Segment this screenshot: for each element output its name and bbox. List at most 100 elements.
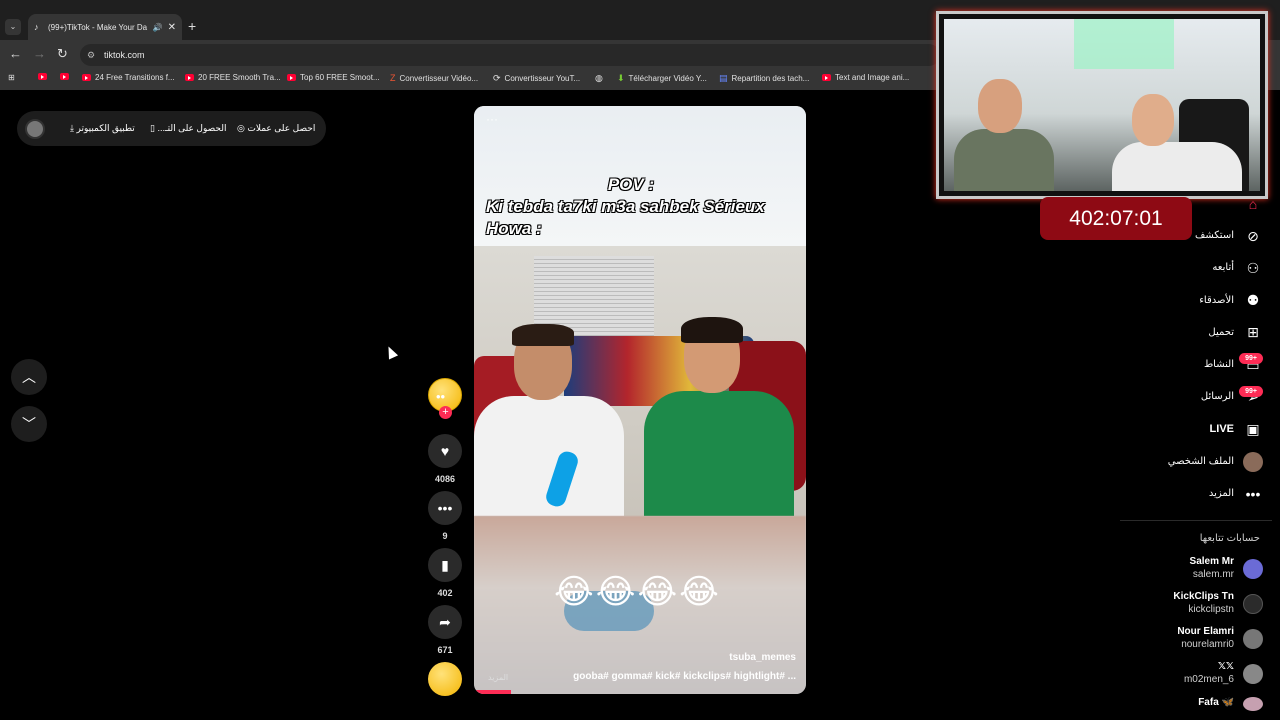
bookmark-item[interactable]: Text and Image ani... [822, 73, 909, 82]
nav-following[interactable]: أتابعه [1212, 262, 1234, 273]
bookmark-item[interactable]: ⬇ Télécharger Vidéo Y... [617, 73, 707, 84]
get-coins-button[interactable]: احصل على عملات ◎ [237, 123, 315, 134]
video-hashtags[interactable]: gooba# gomma# kick# kickclips# hightligh… [573, 671, 796, 682]
coin-icon: ◎ [237, 123, 245, 133]
address-bar[interactable]: ⚙ tiktok.com [80, 44, 940, 66]
z-icon: Z [390, 73, 396, 83]
tiktok-icon: ♪ [34, 22, 39, 32]
account-handle[interactable]: kickclipstn [1188, 604, 1234, 615]
avatar[interactable] [1243, 629, 1263, 649]
account-handle[interactable]: salem.mr [1193, 569, 1234, 580]
reload-icon[interactable]: ↻ [57, 46, 68, 62]
bookmark-item[interactable]: ▤ Repartition des tach... [719, 73, 809, 84]
mouse-cursor [383, 344, 399, 360]
account-name[interactable]: Salem Mr [1190, 556, 1234, 567]
avatar[interactable] [25, 119, 45, 139]
green-light [1074, 19, 1174, 69]
nav-explore[interactable]: استكشف [1195, 230, 1234, 241]
like-button[interactable]: ♥ [428, 434, 462, 468]
avatar[interactable] [1243, 559, 1263, 579]
youtube-icon [287, 74, 296, 81]
friends-icon[interactable]: ⚉ [1243, 290, 1263, 310]
nav-friends[interactable]: الأصدقاء [1199, 295, 1234, 306]
get-app-label: الحصول على التـ... [157, 123, 227, 133]
smiley-icon: •• [436, 389, 446, 404]
like-count: 4086 [434, 474, 456, 484]
nav-messages[interactable]: الرسائل [1201, 391, 1234, 402]
browser-tab[interactable]: ♪ (99+)TikTok - Make Your Da 🔊 ✕ [28, 14, 182, 40]
person-body [644, 391, 794, 516]
account-name[interactable]: KickClips Tn [1173, 591, 1234, 602]
account-handle[interactable]: nourelamri0 [1181, 639, 1234, 650]
video-progress-bar[interactable] [474, 690, 511, 694]
nav-live[interactable]: LIVE [1210, 423, 1234, 435]
upload-icon[interactable]: ⊞ [1243, 322, 1263, 342]
more-dots-icon[interactable]: ••• [1243, 484, 1263, 504]
home-icon[interactable]: ⌂ [1243, 194, 1263, 214]
tab-title: (99+)TikTok - Make Your Da [48, 22, 148, 32]
speaker-icon[interactable]: 🔊 [153, 23, 163, 32]
bookmark-label: Top 60 FREE Smoot... [300, 73, 380, 82]
bookmark-item[interactable]: 20 FREE Smooth Tra... [185, 73, 281, 82]
bookmark-item[interactable]: 24 Free Transitions f... [82, 73, 175, 82]
avatar[interactable] [1243, 664, 1263, 684]
account-name[interactable]: 𝕏𝕏 [1218, 661, 1234, 672]
youtube-icon [82, 74, 91, 81]
share-button[interactable]: ➦ [428, 605, 462, 639]
music-disc[interactable] [428, 662, 462, 696]
divider [1120, 520, 1272, 521]
bookmark-item[interactable] [38, 73, 51, 80]
bookmark-icon: ▮ [441, 556, 449, 573]
nav-activity[interactable]: النشاط [1204, 359, 1234, 370]
streamer-body [954, 129, 1054, 191]
url-text: tiktok.com [104, 50, 145, 60]
compass-icon[interactable]: ⊘ [1243, 226, 1263, 246]
apps-icon[interactable]: ⊞ [8, 73, 15, 82]
bookmark-item[interactable]: ⟳ Convertisseur YouT... [493, 73, 580, 84]
caption-line: Ki tebda ta7ki m3a sahbek Sérieux [486, 197, 765, 216]
youtube-icon [60, 73, 69, 80]
video-player[interactable]: ··· POV : Ki tebda ta7ki m3a sahbek Séri… [474, 106, 806, 694]
live-icon[interactable]: ▣ [1243, 419, 1263, 439]
show-more-link[interactable]: المزيد [488, 673, 508, 682]
messages-badge: 99+ [1239, 386, 1263, 397]
video-author[interactable]: tsuba_memes [729, 652, 796, 663]
globe-icon: ◍ [595, 73, 603, 83]
tab-search-button[interactable]: ⌄ [5, 19, 21, 35]
caption-line: Howa : [486, 219, 542, 238]
follow-button[interactable]: + [439, 406, 452, 419]
bookmark-item[interactable]: Z Convertisseur Vidéo... [390, 73, 478, 83]
site-info-icon[interactable]: ⚙ [87, 44, 95, 66]
account-handle[interactable]: m02men_6 [1184, 674, 1234, 685]
bookmark-item[interactable]: Top 60 FREE Smoot... [287, 73, 380, 82]
activity-badge: 99+ [1239, 353, 1263, 364]
user-follow-icon[interactable]: ⚇ [1243, 258, 1263, 278]
nav-more[interactable]: المزيد [1209, 488, 1234, 499]
previous-video-button[interactable]: ︿ [11, 359, 47, 395]
profile-avatar[interactable] [1243, 452, 1263, 472]
webcam-overlay [936, 11, 1268, 199]
nav-profile[interactable]: الملف الشخصي [1168, 456, 1234, 467]
get-app-button[interactable]: الحصول على التـ... ▯ [150, 123, 226, 134]
account-name[interactable]: Nour Elamri [1177, 626, 1234, 637]
youtube-icon [185, 74, 194, 81]
close-tab-icon[interactable]: ✕ [168, 22, 176, 33]
nav-upload[interactable]: تحميل [1208, 327, 1234, 338]
avatar[interactable] [1243, 697, 1263, 711]
bookmark-item[interactable]: ◍ [595, 73, 607, 84]
share-icon: ➦ [439, 613, 451, 630]
next-video-button[interactable]: ﹀ [11, 406, 47, 442]
person-hair [681, 317, 743, 343]
back-icon[interactable]: ← [9, 46, 22, 61]
save-button[interactable]: ▮ [428, 548, 462, 582]
comment-button[interactable]: ••• [428, 491, 462, 525]
desktop-app-button[interactable]: تطبيق الكمبيوتر ⤓ [70, 123, 135, 134]
bookmark-label: 24 Free Transitions f... [95, 73, 175, 82]
account-name[interactable]: Fafa 🦋 [1198, 697, 1234, 708]
forward-icon[interactable]: → [33, 46, 46, 61]
doc-icon: ▤ [719, 73, 728, 83]
new-tab-button[interactable]: + [188, 18, 196, 34]
bookmark-item[interactable] [60, 73, 73, 80]
avatar[interactable] [1243, 594, 1263, 614]
more-options-icon[interactable]: ··· [486, 112, 498, 126]
